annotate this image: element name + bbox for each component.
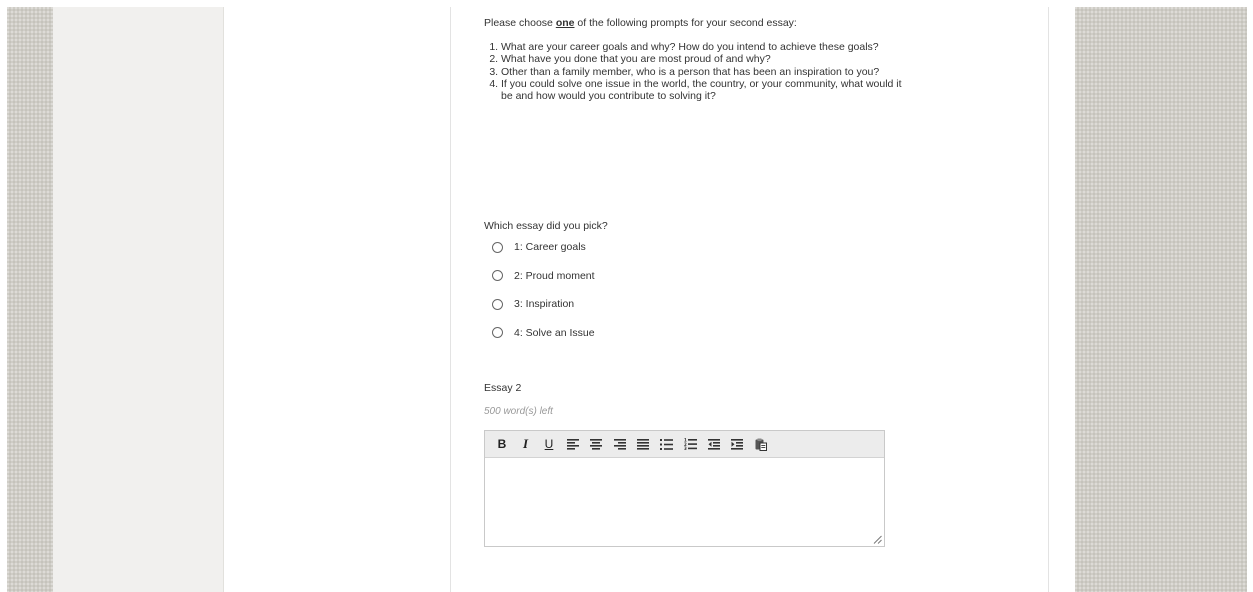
instructions-text-before: Please choose: [484, 17, 556, 29]
align-justify-button[interactable]: [636, 437, 650, 451]
bullet-list-button[interactable]: [660, 437, 674, 451]
align-left-button[interactable]: [566, 437, 580, 451]
radio-button[interactable]: [492, 327, 503, 338]
rich-text-editor: B I U 123: [484, 430, 885, 547]
align-center-icon: [590, 438, 602, 450]
bold-icon: B: [497, 437, 507, 451]
align-right-icon: [613, 438, 626, 450]
bold-button[interactable]: B: [495, 437, 509, 451]
radio-label: 4: Solve an Issue: [514, 326, 595, 339]
align-justify-icon: [637, 438, 649, 450]
radio-option-solve-issue[interactable]: 4: Solve an Issue: [492, 326, 595, 340]
radio-option-inspiration[interactable]: 3: Inspiration: [492, 297, 595, 311]
radio-option-proud-moment[interactable]: 2: Proud moment: [492, 269, 595, 283]
page-background-left: [7, 7, 53, 592]
editor-toolbar: B I U 123: [485, 431, 884, 458]
radio-label: 2: Proud moment: [514, 269, 595, 282]
svg-text:3: 3: [684, 446, 687, 450]
essay-choice-question: Which essay did you pick?: [484, 220, 608, 232]
essay-choice-radio-group: 1: Career goals 2: Proud moment 3: Inspi…: [492, 240, 595, 354]
numbered-list-button[interactable]: 123: [683, 437, 697, 451]
numbered-list-icon: 123: [684, 438, 697, 450]
radio-button[interactable]: [492, 270, 503, 281]
radio-option-career-goals[interactable]: 1: Career goals: [492, 240, 595, 254]
radio-button[interactable]: [492, 241, 503, 253]
side-panel: [53, 7, 224, 592]
essay-instructions: Please choose one of the following promp…: [484, 17, 797, 29]
instructions-emphasis: one: [555, 17, 575, 29]
indent-button[interactable]: [730, 437, 744, 451]
essay-textarea[interactable]: [485, 458, 884, 546]
underline-icon: U: [544, 437, 554, 451]
italic-icon: I: [522, 436, 529, 451]
paste-button[interactable]: [754, 437, 768, 451]
align-left-icon: [566, 438, 579, 450]
align-center-button[interactable]: [589, 437, 603, 451]
outdent-button[interactable]: [707, 437, 721, 451]
bullet-list-icon: [660, 438, 673, 450]
radio-label: 1: Career goals: [514, 241, 586, 253]
resize-handle-icon[interactable]: [873, 535, 882, 544]
prompt-item: Other than a family member, who is a per…: [501, 66, 911, 78]
radio-button[interactable]: [492, 298, 503, 310]
prompt-item: What are your career goals and why? How …: [501, 41, 911, 53]
prompt-item: If you could solve one issue in the worl…: [501, 78, 911, 103]
indent-icon: [731, 438, 743, 450]
word-count-remaining: 500 word(s) left: [484, 406, 553, 417]
page-background-right: [1075, 7, 1247, 592]
align-right-button[interactable]: [613, 437, 627, 451]
outdent-icon: [707, 438, 720, 450]
essay-field-label: Essay 2: [484, 382, 522, 394]
paste-icon: [755, 438, 767, 451]
italic-button[interactable]: I: [519, 436, 533, 451]
instructions-text-after: of the following prompts for your second…: [574, 17, 797, 29]
prompt-item: What have you done that you are most pro…: [501, 53, 911, 65]
prompt-list: What are your career goals and why? How …: [484, 41, 911, 102]
underline-button[interactable]: U: [542, 437, 556, 451]
radio-label: 3: Inspiration: [514, 298, 575, 310]
